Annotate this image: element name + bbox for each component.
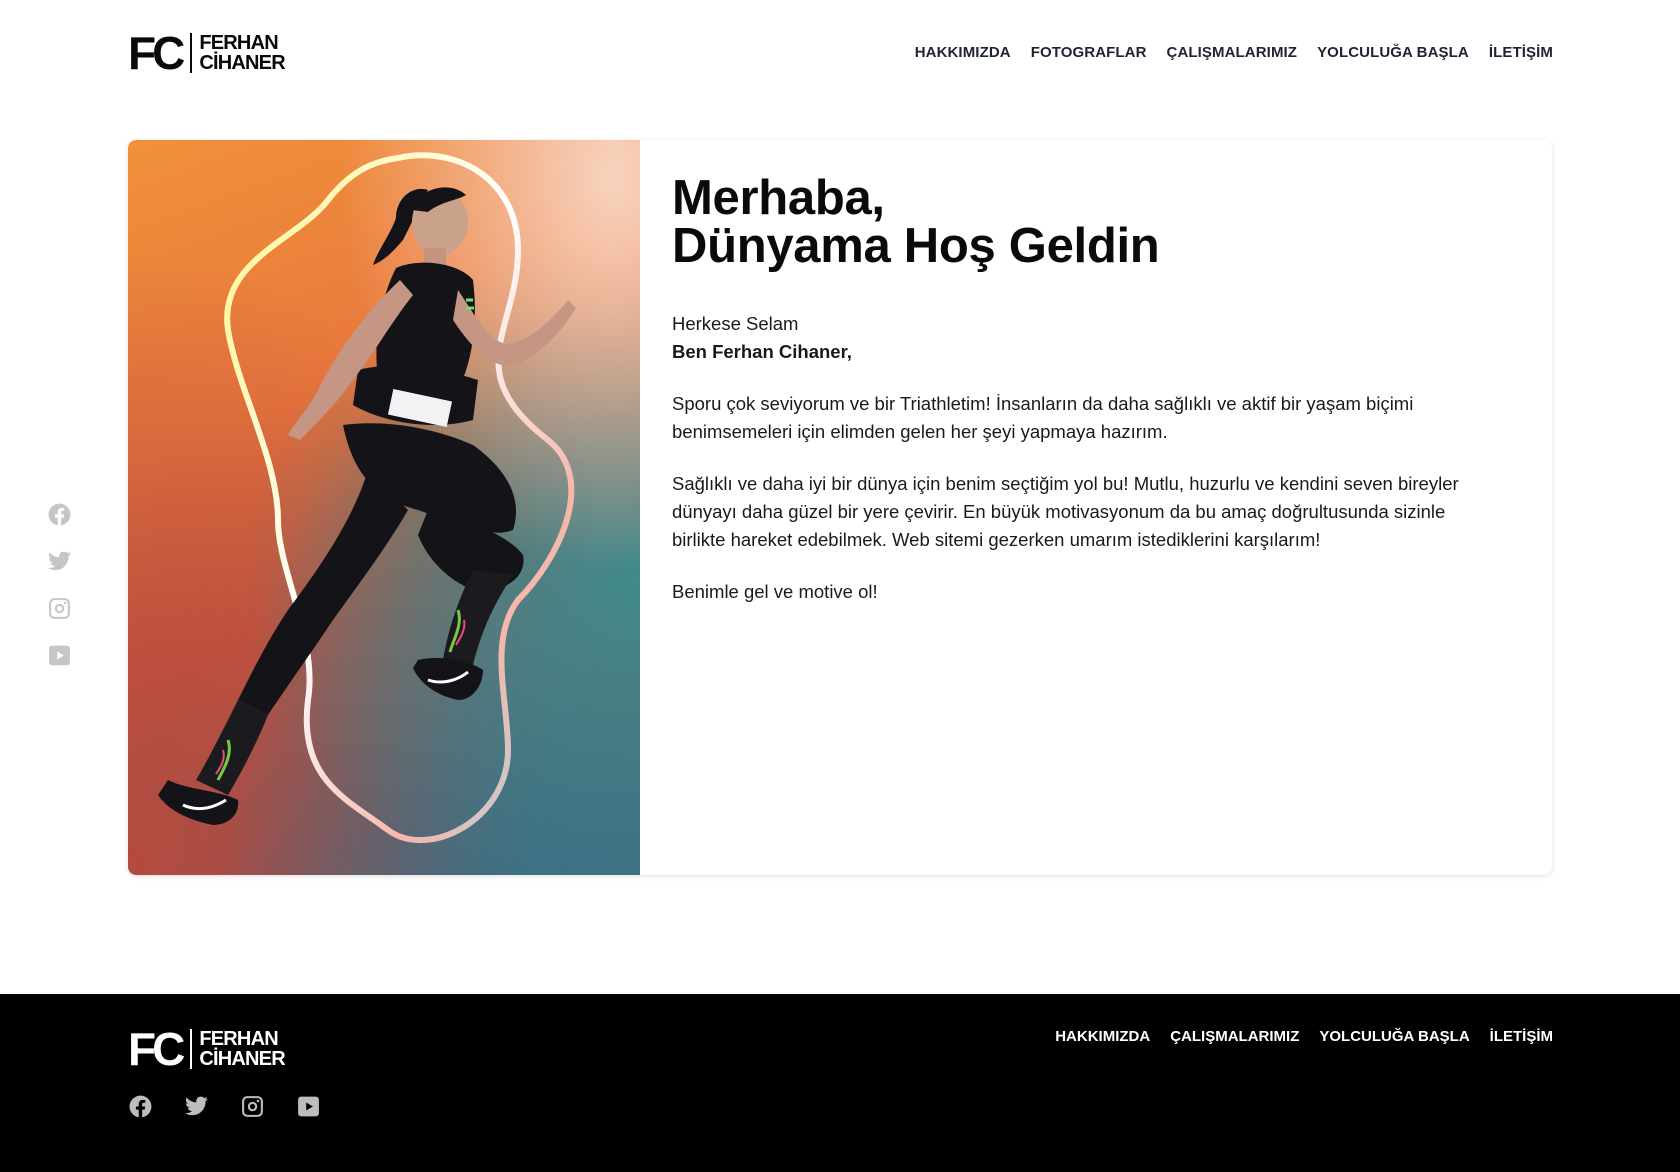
nav-link-fotograflar[interactable]: FOTOGRAFLAR	[1031, 44, 1147, 61]
logo-name: FERHAN CİHANER	[199, 33, 285, 73]
footer-nav: HAKKIMIZDA ÇALIŞMALARIMIZ YOLCULUĞA BAŞL…	[1055, 1028, 1553, 1045]
runner-photo	[128, 140, 640, 875]
footer-social-bar	[128, 1094, 321, 1119]
main-nav: HAKKIMIZDA FOTOGRAFLAR ÇALIŞMALARIMIZ YO…	[915, 44, 1553, 61]
youtube-icon[interactable]	[47, 643, 72, 668]
greeting-block: Herkese Selam Ben Ferhan Cihaner,	[672, 310, 1492, 366]
site-footer: FC FERHAN CİHANER HAKKIMIZDA ÇALIŞMALARI…	[0, 994, 1680, 1172]
youtube-icon[interactable]	[296, 1094, 321, 1119]
instagram-icon[interactable]	[47, 596, 72, 621]
site-logo[interactable]: FC FERHAN CİHANER	[128, 27, 286, 79]
page-title-line2: Dünyama Hoş Geldin	[672, 219, 1160, 273]
intro-text: Ben Ferhan Cihaner,	[672, 341, 852, 362]
footer-logo-name: FERHAN CİHANER	[199, 1029, 285, 1069]
about-card: Merhaba, Dünyama Hoş Geldin Herkese Sela…	[128, 140, 1552, 875]
footer-link-hakkimizda[interactable]: HAKKIMIZDA	[1055, 1028, 1150, 1045]
facebook-icon[interactable]	[128, 1094, 153, 1119]
footer-logo-name-line2: CİHANER	[199, 1048, 285, 1070]
twitter-icon[interactable]	[184, 1094, 209, 1119]
logo-mark: FC	[128, 27, 185, 79]
twitter-icon[interactable]	[47, 549, 72, 574]
runner-illustration	[158, 152, 576, 843]
paragraph-3: Benimle gel ve motive ol!	[672, 581, 878, 602]
footer-link-calismalarimiz[interactable]: ÇALIŞMALARIMIZ	[1170, 1028, 1299, 1045]
footer-logo-divider	[190, 1029, 193, 1069]
about-text: Herkese Selam Ben Ferhan Cihaner, Sporu …	[672, 310, 1492, 606]
page-title-line1: Merhaba,	[672, 171, 885, 225]
facebook-icon[interactable]	[47, 502, 72, 527]
paragraph-2: Sağlıklı ve daha iyi bir dünya için beni…	[672, 473, 1459, 550]
logo-divider	[190, 33, 193, 73]
about-content: Merhaba, Dünyama Hoş Geldin Herkese Sela…	[672, 174, 1492, 630]
paragraph-1: Sporu çok seviyorum ve bir Triathletim! …	[672, 393, 1414, 442]
greeting-text: Herkese Selam	[672, 313, 799, 334]
page-title: Merhaba, Dünyama Hoş Geldin	[672, 171, 1492, 273]
site-header: FC FERHAN CİHANER HAKKIMIZDA FOTOGRAFLAR…	[0, 0, 1680, 110]
logo-name-line2: CİHANER	[199, 52, 285, 74]
nav-link-iletisim[interactable]: İLETİŞİM	[1489, 44, 1553, 61]
nav-link-yolculuga-basla[interactable]: YOLCULUĞA BAŞLA	[1317, 44, 1469, 61]
side-social-bar	[47, 502, 72, 668]
footer-link-yolculuga-basla[interactable]: YOLCULUĞA BAŞLA	[1319, 1028, 1469, 1045]
instagram-icon[interactable]	[240, 1094, 265, 1119]
footer-link-iletisim[interactable]: İLETİŞİM	[1490, 1028, 1553, 1045]
footer-logo-mark: FC	[128, 1023, 185, 1075]
nav-link-calismalarimiz[interactable]: ÇALIŞMALARIMIZ	[1167, 44, 1298, 61]
footer-logo[interactable]: FC FERHAN CİHANER	[128, 1023, 286, 1075]
nav-link-hakkimizda[interactable]: HAKKIMIZDA	[915, 44, 1011, 61]
footer-logo-name-line1: FERHAN	[199, 1028, 278, 1050]
logo-name-line1: FERHAN	[199, 32, 278, 54]
